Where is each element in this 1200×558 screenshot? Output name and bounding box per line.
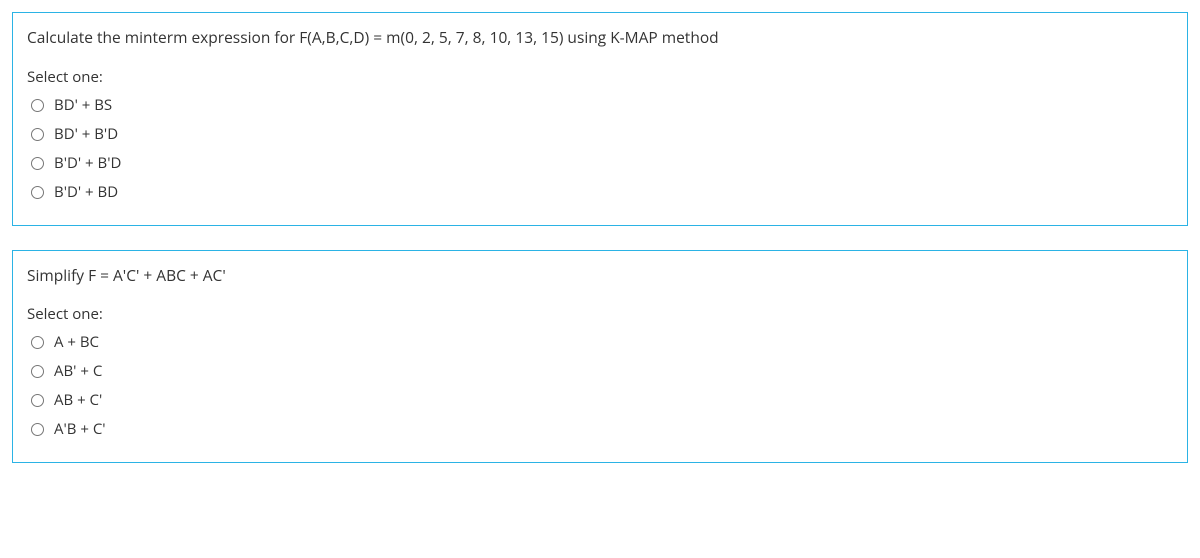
option-row[interactable]: BD' + B'D: [27, 124, 1173, 145]
select-one-label: Select one:: [27, 304, 1173, 324]
option-row[interactable]: AB + C': [27, 390, 1173, 411]
radio-icon[interactable]: [31, 99, 44, 112]
radio-icon[interactable]: [31, 157, 44, 170]
question-box-2: Simplify F = A'C' + ABC + AC' Select one…: [12, 250, 1188, 464]
option-label: BD' + BS: [54, 95, 112, 116]
question-prompt: Calculate the minterm expression for F(A…: [27, 27, 1173, 49]
radio-icon[interactable]: [31, 336, 44, 349]
option-label: B'D' + B'D: [54, 153, 121, 174]
option-label: AB + C': [54, 390, 102, 411]
option-row[interactable]: BD' + BS: [27, 95, 1173, 116]
option-label: B'D' + BD: [54, 182, 118, 203]
option-row[interactable]: AB' + C: [27, 361, 1173, 382]
option-row[interactable]: B'D' + B'D: [27, 153, 1173, 174]
option-row[interactable]: B'D' + BD: [27, 182, 1173, 203]
option-row[interactable]: A'B + C': [27, 419, 1173, 440]
radio-icon[interactable]: [31, 128, 44, 141]
select-one-label: Select one:: [27, 67, 1173, 87]
question-prompt: Simplify F = A'C' + ABC + AC': [27, 265, 1173, 287]
option-label: BD' + B'D: [54, 124, 118, 145]
radio-icon[interactable]: [31, 423, 44, 436]
question-box-1: Calculate the minterm expression for F(A…: [12, 12, 1188, 226]
radio-icon[interactable]: [31, 365, 44, 378]
option-label: A'B + C': [54, 419, 106, 440]
radio-icon[interactable]: [31, 186, 44, 199]
option-label: AB' + C: [54, 361, 102, 382]
option-row[interactable]: A + BC: [27, 332, 1173, 353]
option-label: A + BC: [54, 332, 99, 353]
radio-icon[interactable]: [31, 394, 44, 407]
